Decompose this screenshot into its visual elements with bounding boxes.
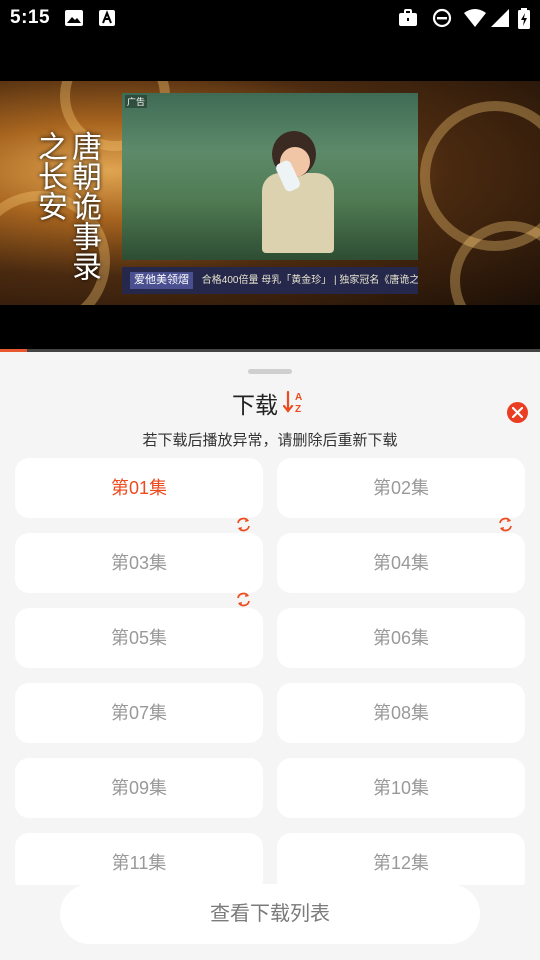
- battery-icon: [517, 8, 531, 35]
- episode-item[interactable]: 第08集: [277, 683, 525, 743]
- refresh-icon: [235, 572, 252, 607]
- view-download-list-button[interactable]: 查看下载列表: [60, 884, 480, 944]
- ad-video[interactable]: 广告: [122, 93, 418, 260]
- sort-a-z-icon[interactable]: A Z: [282, 390, 305, 415]
- episode-item[interactable]: 第12集: [277, 833, 525, 885]
- episode-label: 第01集: [110, 478, 168, 498]
- ad-banner[interactable]: 爱他美领熠 合格400倍量 母乳「黄金珍」 | 独家冠名《唐诡之长安》: [122, 267, 418, 294]
- ad-tag: 广告: [125, 95, 148, 108]
- episode-label: 第07集: [110, 703, 168, 723]
- episode-item[interactable]: 第05集: [15, 608, 263, 668]
- svg-text:A: A: [295, 392, 302, 403]
- status-time: 5:15: [10, 7, 51, 28]
- image-icon: [64, 8, 84, 33]
- episode-item[interactable]: 第06集: [277, 608, 525, 668]
- episode-grid: 第01集 第02集第03集 第04集第05集 第06集第07集 第08集第09集 第10集…: [0, 458, 540, 885]
- wifi-icon: [463, 8, 487, 33]
- briefcase-icon: [398, 8, 418, 33]
- episode-item[interactable]: 第09集: [15, 758, 263, 818]
- episode-label: 第11集: [111, 853, 167, 873]
- episode-item[interactable]: 第07集: [15, 683, 263, 743]
- episode-label: 第12集: [372, 853, 430, 873]
- do-not-disturb-icon: [432, 8, 452, 33]
- sheet-title: 下载: [232, 392, 278, 418]
- episode-item[interactable]: 第01集: [15, 458, 263, 532]
- episode-item[interactable]: 第04集: [277, 533, 525, 593]
- download-hint: 若下载后播放异常，请删除后重新下载: [142, 432, 398, 449]
- episode-label: 第06集: [372, 628, 430, 648]
- text-a-icon: [98, 8, 116, 33]
- ad-banner-text: 合格400倍量 母乳「黄金珍」 | 独家冠名《唐诡之长安》: [201, 275, 418, 286]
- episode-label: 第10集: [372, 778, 430, 798]
- episode-label: 第03集: [110, 553, 168, 573]
- svg-text:Z: Z: [295, 404, 301, 414]
- refresh-icon: [235, 497, 252, 532]
- episode-item[interactable]: 第03集: [15, 533, 263, 607]
- poster-title: 唐朝诡事录之长安: [32, 131, 101, 281]
- episode-item[interactable]: 第10集: [277, 758, 525, 818]
- episode-label: 第09集: [110, 778, 168, 798]
- ad-banner-badge: 爱他美领熠: [130, 272, 193, 289]
- episode-item[interactable]: 第11集: [15, 833, 263, 885]
- episode-label: 第04集: [372, 553, 430, 573]
- status-bar: 5:15: [0, 0, 540, 36]
- video-frame[interactable]: 唐朝诡事录之长安 广告 爱他美领熠 合格400倍量 母乳「黄金珍」 | 独家冠名…: [0, 81, 540, 305]
- download-sheet: 下载 A Z 若下载后播放异常，请删除后重新下载 第01集 第02集第03集 第04…: [0, 352, 540, 960]
- refresh-icon: [497, 497, 514, 532]
- signal-icon: [490, 8, 510, 33]
- close-button[interactable]: [507, 402, 528, 423]
- episode-label: 第05集: [110, 628, 168, 648]
- video-player[interactable]: 唐朝诡事录之长安 广告 爱他美领熠 合格400倍量 母乳「黄金珍」 | 独家冠名…: [0, 36, 540, 352]
- sheet-drag-handle[interactable]: [248, 369, 292, 374]
- episode-label: 第02集: [372, 478, 430, 498]
- episode-item[interactable]: 第02集: [277, 458, 525, 532]
- episode-label: 第08集: [372, 703, 430, 723]
- close-icon: [512, 407, 523, 418]
